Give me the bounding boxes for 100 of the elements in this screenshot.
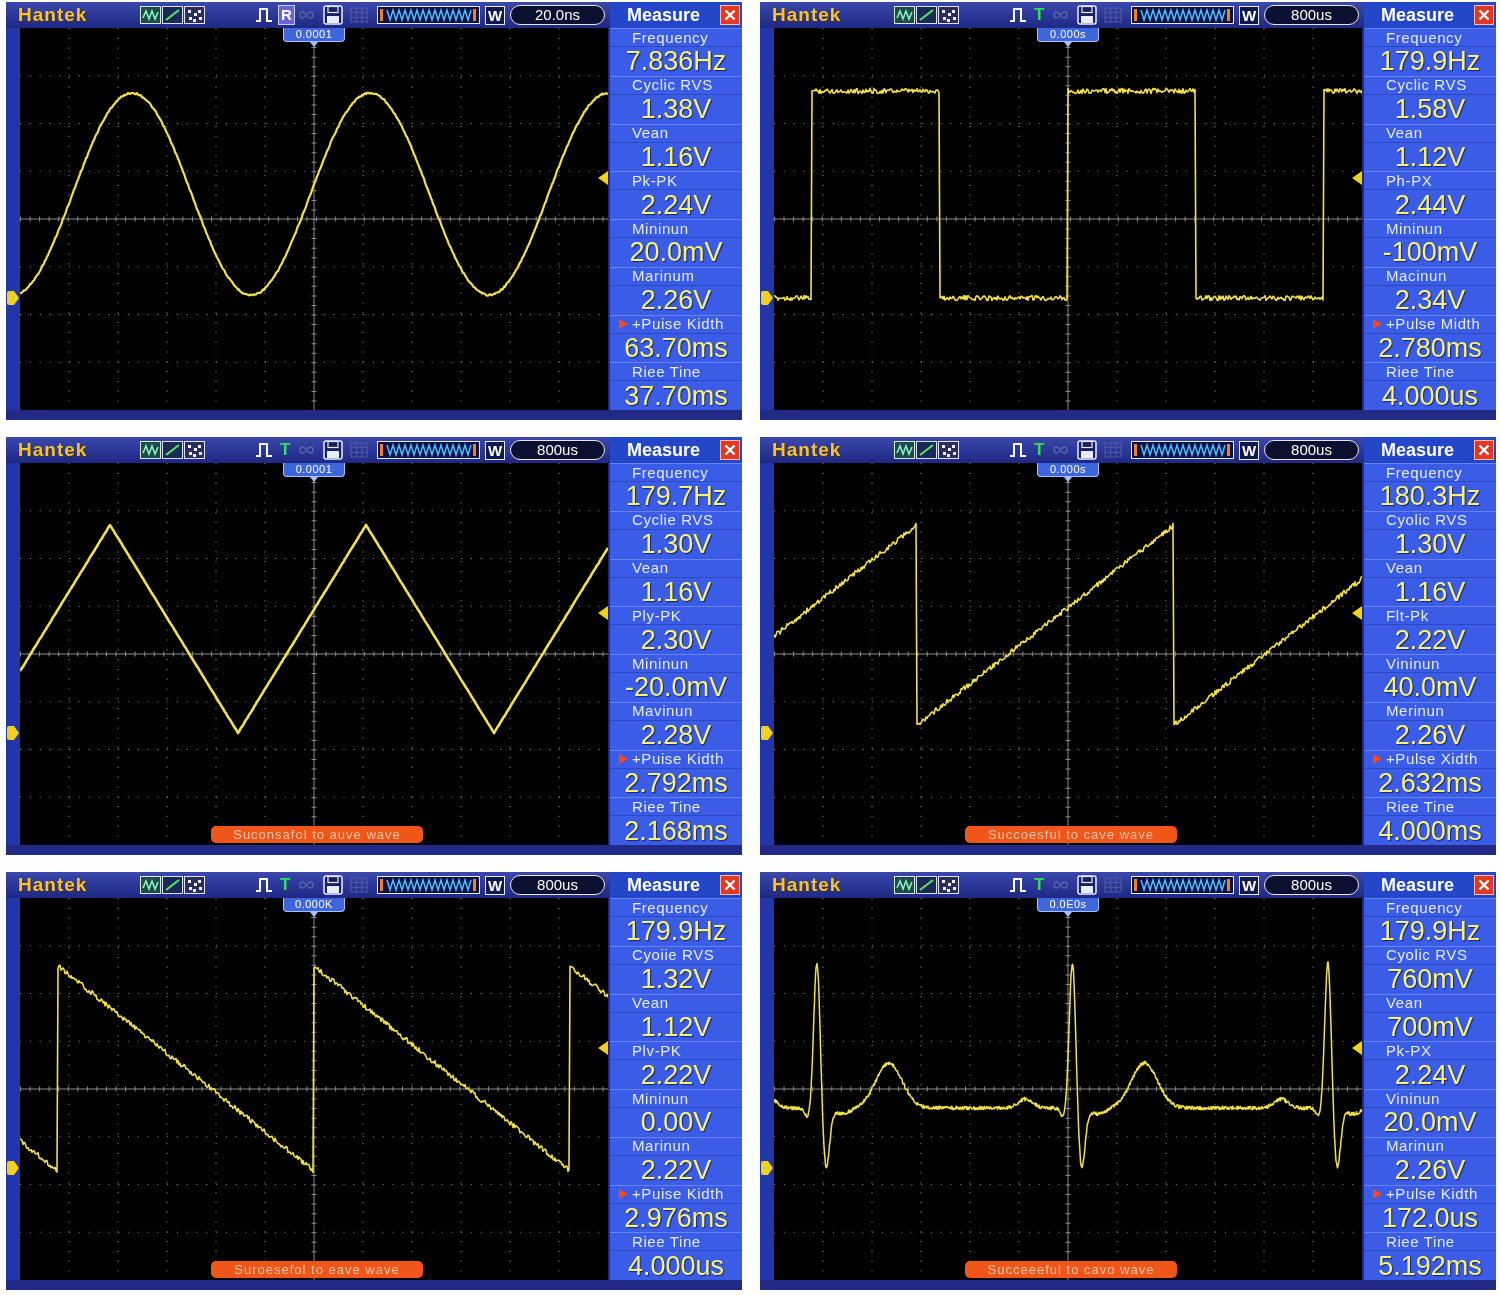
diagonal-line-icon[interactable]	[916, 876, 937, 894]
trigger-level-icon[interactable]	[1352, 606, 1362, 620]
measurement-label[interactable]: +Puise Kidth	[632, 316, 724, 332]
save-icon[interactable]	[1077, 440, 1097, 460]
trigger-time-label[interactable]: 0.000s	[1037, 463, 1099, 477]
diagonal-line-icon[interactable]	[162, 876, 183, 894]
diagonal-line-icon[interactable]	[162, 6, 183, 24]
trigger-level-icon[interactable]	[1352, 171, 1362, 185]
dots-icon[interactable]	[184, 876, 205, 894]
measurement-label[interactable]: Vean	[1386, 995, 1423, 1011]
measurement-label[interactable]: Frequency	[1386, 464, 1463, 481]
waveform-icon[interactable]	[894, 6, 915, 24]
measurement-label[interactable]: Macinun	[1386, 268, 1447, 285]
measurement-label[interactable]: Mavinun	[632, 703, 693, 720]
measurement-label[interactable]: Vean	[632, 125, 669, 141]
window-mode-indicator[interactable]: W	[485, 440, 506, 460]
trigger-pointer-icon[interactable]	[310, 912, 318, 917]
measurement-label[interactable]: Cyclic RVS	[1386, 77, 1467, 94]
measurement-label[interactable]: Cyclic RVS	[632, 77, 713, 94]
waveform-icon[interactable]	[894, 876, 915, 894]
measurement-label[interactable]: Ply-PK	[632, 607, 682, 624]
measurement-label[interactable]: Riee Tine	[632, 798, 701, 815]
trigger-pointer-icon[interactable]	[310, 477, 318, 482]
close-button[interactable]	[720, 875, 740, 895]
trigger-pointer-icon[interactable]	[310, 42, 318, 47]
measurement-label[interactable]: Marinun	[1386, 1138, 1445, 1155]
diagonal-line-icon[interactable]	[916, 6, 937, 24]
measurement-label[interactable]: Vininun	[1386, 1090, 1440, 1107]
waveform-icon[interactable]	[894, 441, 915, 459]
trigger-time-label[interactable]: 0.0E0s	[1037, 898, 1099, 912]
measurement-label[interactable]: Cyolic RVS	[1386, 512, 1468, 529]
close-button[interactable]	[1474, 875, 1494, 895]
pulse-icon[interactable]	[255, 876, 273, 894]
timebase-readout[interactable]: 800us	[510, 875, 605, 895]
diagonal-line-icon[interactable]	[916, 441, 937, 459]
pulse-icon[interactable]	[1009, 6, 1027, 24]
waveform-strip-icon[interactable]	[377, 876, 480, 894]
measurement-label[interactable]: Mininun	[1386, 220, 1443, 237]
measurement-label[interactable]: Riee Tine	[632, 363, 701, 380]
measurement-label[interactable]: Vean	[1386, 560, 1423, 576]
trigger-level-icon[interactable]	[1352, 1041, 1362, 1055]
pulse-icon[interactable]	[1009, 441, 1027, 459]
measurement-label[interactable]: Riee Tine	[632, 1233, 701, 1250]
close-button[interactable]	[720, 440, 740, 460]
trigger-pointer-icon[interactable]	[1064, 477, 1072, 482]
save-icon[interactable]	[1077, 875, 1097, 895]
trigger-time-label[interactable]: 0.000s	[1037, 28, 1099, 42]
measurement-label[interactable]: Flt-Pk	[1386, 607, 1429, 624]
window-mode-indicator[interactable]: W	[1239, 875, 1260, 895]
measurement-label[interactable]: Pk-PK	[632, 172, 678, 189]
measurement-label[interactable]: Marinun	[632, 1138, 691, 1155]
measurement-label[interactable]: Mininun	[632, 220, 689, 237]
measurement-label[interactable]: +Pulse Kidth	[1386, 1186, 1478, 1202]
save-icon[interactable]	[323, 5, 343, 25]
measurement-label[interactable]: Merinun	[1386, 703, 1445, 720]
measurement-label[interactable]: Frequency	[632, 29, 709, 46]
measurement-label[interactable]: Vean	[1386, 125, 1423, 141]
measurement-label[interactable]: Cyolic RVS	[1386, 947, 1468, 964]
timebase-readout[interactable]: 800us	[1264, 5, 1359, 25]
dots-icon[interactable]	[938, 441, 959, 459]
waveform-strip-icon[interactable]	[377, 441, 480, 459]
measurement-label[interactable]: Cyclie RVS	[632, 512, 714, 529]
waveform-strip-icon[interactable]	[1131, 441, 1234, 459]
measurement-label[interactable]: Riee Tine	[1386, 798, 1455, 815]
close-button[interactable]	[1474, 440, 1494, 460]
pulse-icon[interactable]	[1009, 876, 1027, 894]
window-mode-indicator[interactable]: W	[485, 875, 506, 895]
window-mode-indicator[interactable]: W	[1239, 5, 1260, 25]
trigger-level-icon[interactable]	[598, 606, 608, 620]
timebase-readout[interactable]: 800us	[1264, 875, 1359, 895]
measurement-label[interactable]: Vean	[632, 995, 669, 1011]
trigger-level-icon[interactable]	[598, 171, 608, 185]
trigger-time-label[interactable]: 0.0001	[283, 463, 345, 477]
window-mode-indicator[interactable]: W	[485, 5, 506, 25]
waveform-icon[interactable]	[140, 6, 161, 24]
trigger-time-label[interactable]: 0.000K	[283, 898, 345, 912]
waveform-strip-icon[interactable]	[377, 6, 480, 24]
measurement-label[interactable]: Riee Tine	[1386, 1233, 1455, 1250]
dots-icon[interactable]	[938, 876, 959, 894]
measurement-label[interactable]: +Puise Kidth	[632, 1186, 724, 1202]
measurement-label[interactable]: Ph-PX	[1386, 172, 1433, 189]
measurement-label[interactable]: +Pulse Midth	[1386, 316, 1481, 332]
close-button[interactable]	[1474, 5, 1494, 25]
measurement-label[interactable]: Mininun	[632, 655, 689, 672]
measurement-label[interactable]: Mininun	[632, 1090, 689, 1107]
close-button[interactable]	[720, 5, 740, 25]
timebase-readout[interactable]: 800us	[510, 440, 605, 460]
diagonal-line-icon[interactable]	[162, 441, 183, 459]
measurement-label[interactable]: Frequency	[1386, 29, 1463, 46]
pulse-icon[interactable]	[255, 6, 273, 24]
measurement-label[interactable]: Frequency	[632, 899, 709, 916]
measurement-label[interactable]: Riee Tine	[1386, 363, 1455, 380]
pulse-icon[interactable]	[255, 441, 273, 459]
save-icon[interactable]	[323, 875, 343, 895]
dots-icon[interactable]	[184, 441, 205, 459]
measurement-label[interactable]: Pk-PX	[1386, 1042, 1432, 1059]
measurement-label[interactable]: +Pulse Xidth	[1386, 751, 1478, 767]
trigger-level-icon[interactable]	[598, 1041, 608, 1055]
measurement-label[interactable]: Marinum	[632, 268, 695, 285]
trigger-pointer-icon[interactable]	[1064, 912, 1072, 917]
